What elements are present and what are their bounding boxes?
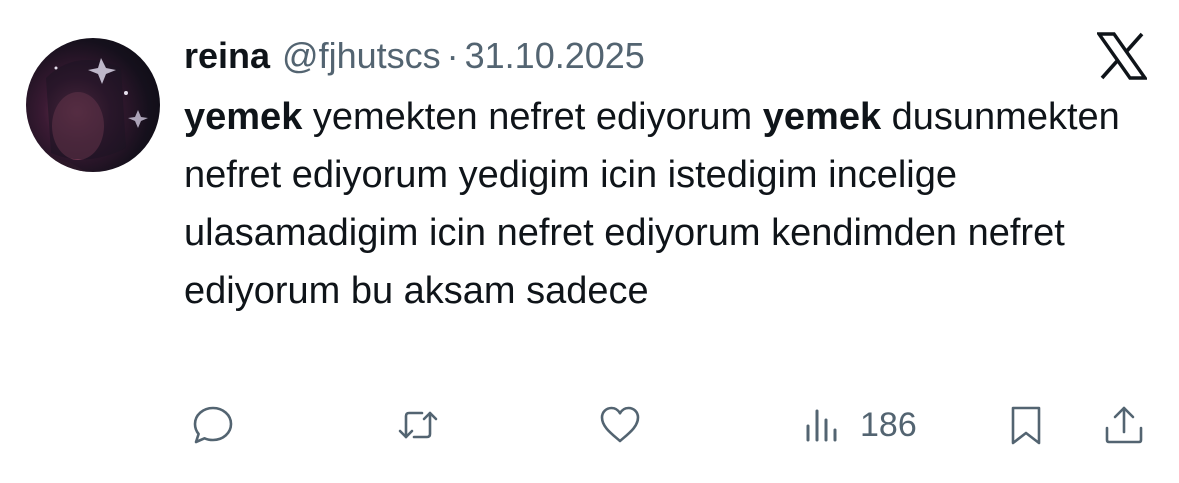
views-chart-icon	[806, 409, 837, 442]
heart-icon[interactable]	[597, 402, 643, 448]
x-logo-icon[interactable]	[1095, 32, 1149, 80]
tweet-bold-word: yemek	[762, 96, 882, 138]
tweet-header: reina @fjhutscs · 31.10.2025	[184, 34, 645, 78]
views-count: 186	[860, 406, 917, 444]
tweet-text-segment: yemekten nefret ediyorum	[302, 96, 763, 138]
author-handle[interactable]: @fjhutscs	[282, 34, 441, 78]
tweet-bold-word: yemek	[184, 96, 303, 138]
bookmark-icon[interactable]	[1003, 402, 1049, 448]
tweet-date[interactable]: 31.10.2025	[465, 34, 645, 78]
avatar[interactable]	[26, 38, 160, 172]
tweet-card: reina @fjhutscs · 31.10.2025 yemek yemek…	[0, 0, 1179, 483]
tweet-text: yemek yemekten nefret ediyorum yemek dus…	[184, 88, 1159, 320]
share-icon[interactable]	[1101, 402, 1147, 448]
reply-icon[interactable]	[190, 402, 236, 448]
views-counter[interactable]: 186	[800, 402, 917, 448]
retweet-icon[interactable]	[395, 402, 441, 448]
separator-dot: ·	[446, 35, 459, 76]
author-name[interactable]: reina	[184, 34, 270, 78]
